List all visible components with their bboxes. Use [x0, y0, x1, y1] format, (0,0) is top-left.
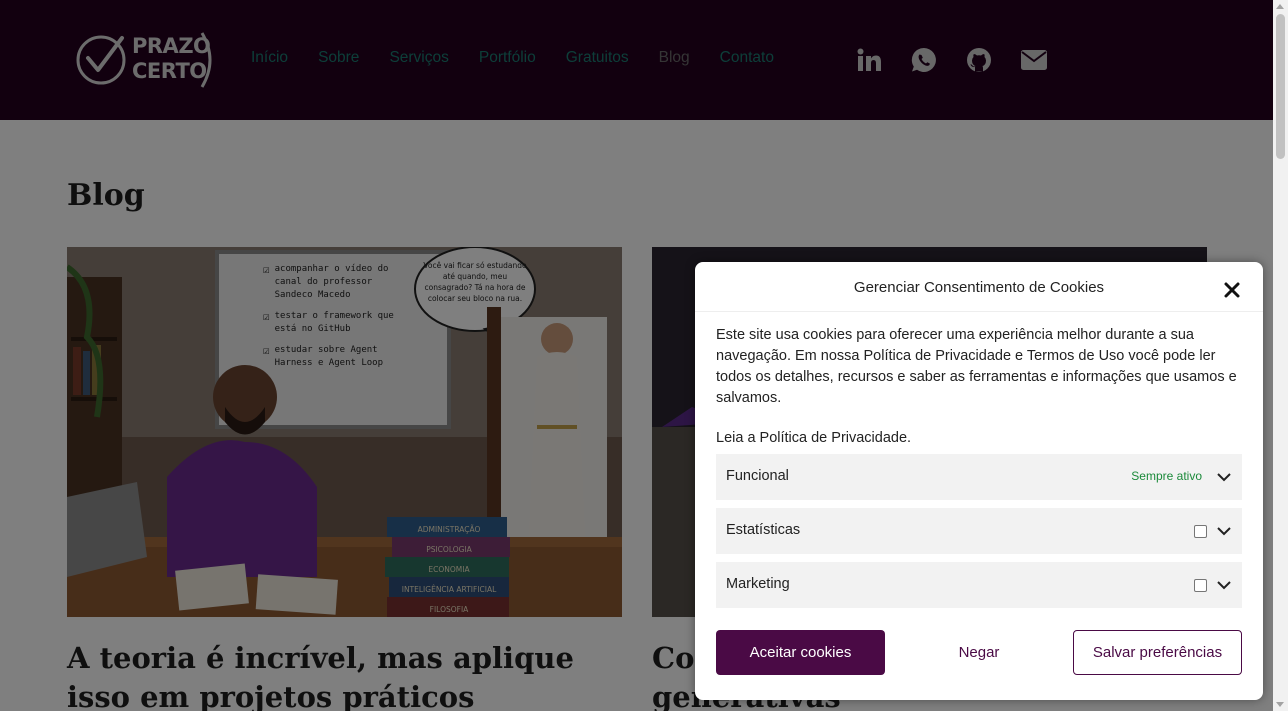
accept-cookies-button[interactable]: Aceitar cookies [716, 630, 885, 675]
chevron-down-icon[interactable] [1216, 523, 1232, 539]
deny-cookies-button[interactable]: Negar [905, 630, 1053, 675]
cookie-category-funcional[interactable]: Funcional Sempre ativo [716, 454, 1242, 500]
category-label: Estatísticas [726, 522, 801, 538]
scroll-up-arrow-icon[interactable] [1276, 4, 1284, 9]
cookie-consent-modal: Gerenciar Consentimento de Cookies Este … [695, 262, 1263, 700]
marketing-checkbox[interactable] [1194, 579, 1207, 592]
cookie-category-marketing[interactable]: Marketing [716, 562, 1242, 608]
close-icon[interactable] [1222, 280, 1242, 300]
cookie-message: Este site usa cookies para oferecer uma … [716, 327, 1237, 406]
chevron-down-icon[interactable] [1216, 577, 1232, 593]
scroll-down-arrow-icon[interactable] [1276, 702, 1284, 707]
category-label: Marketing [726, 576, 790, 592]
chevron-down-icon[interactable] [1216, 469, 1232, 485]
save-preferences-button[interactable]: Salvar preferências [1073, 630, 1242, 675]
scrollbar-thumb[interactable] [1276, 14, 1285, 159]
page-scrollbar[interactable] [1273, 0, 1288, 711]
estatisticas-checkbox[interactable] [1194, 525, 1207, 538]
modal-title: Gerenciar Consentimento de Cookies [853, 279, 1105, 296]
privacy-policy-link[interactable]: Leia a Política de Privacidade. [716, 430, 911, 446]
category-label: Funcional [726, 468, 789, 484]
always-active-badge: Sempre ativo [1131, 469, 1202, 483]
cookie-category-estatisticas[interactable]: Estatísticas [716, 508, 1242, 554]
modal-header: Gerenciar Consentimento de Cookies [695, 262, 1263, 312]
